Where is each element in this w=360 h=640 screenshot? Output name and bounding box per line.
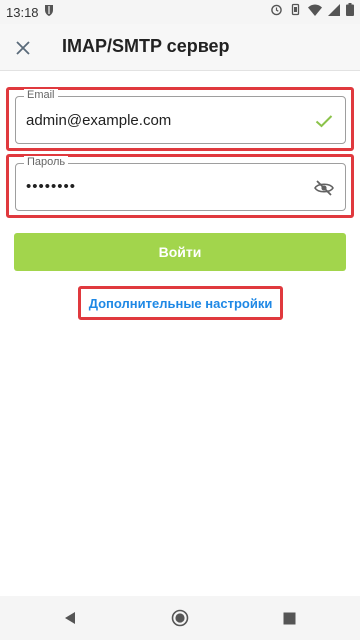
shield-icon	[44, 3, 54, 21]
advanced-settings-link[interactable]: Дополнительные настройки	[80, 289, 281, 317]
email-field[interactable]: Email admin@example.com	[15, 89, 346, 144]
eye-off-icon[interactable]	[313, 177, 335, 199]
navigation-bar	[0, 596, 360, 640]
close-icon	[16, 41, 30, 55]
status-time: 13:18	[6, 4, 39, 20]
alarm-icon	[270, 3, 283, 21]
wifi-icon	[308, 3, 322, 21]
signal-icon	[328, 3, 340, 21]
back-button[interactable]	[58, 606, 82, 630]
email-value: admin@example.com	[26, 112, 172, 129]
vibrate-icon	[289, 3, 302, 21]
battery-icon	[346, 3, 354, 21]
close-button[interactable]	[10, 35, 36, 61]
password-field[interactable]: Пароль ••••••••	[15, 156, 346, 211]
email-label: Email	[24, 89, 58, 101]
app-bar: IMAP/SMTP сервер	[0, 24, 360, 71]
back-icon	[65, 612, 75, 624]
recents-icon	[283, 612, 295, 624]
page-title: IMAP/SMTP сервер	[62, 36, 230, 56]
login-button[interactable]: Войти	[14, 233, 346, 271]
status-bar: 13:18	[0, 0, 360, 24]
password-label: Пароль	[24, 156, 69, 168]
home-button[interactable]	[168, 606, 192, 630]
check-icon	[313, 110, 335, 132]
home-icon	[171, 609, 189, 627]
password-value: ••••••••	[26, 178, 77, 195]
recents-button[interactable]	[277, 606, 301, 630]
